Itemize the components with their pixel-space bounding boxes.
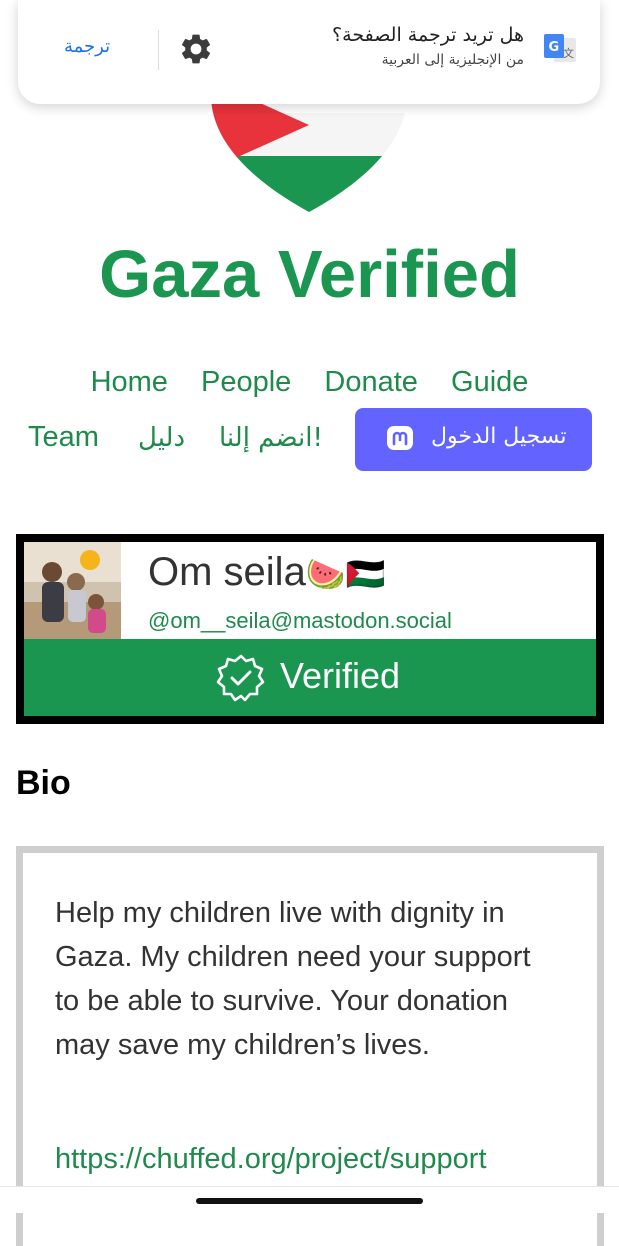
verified-label: Verified	[280, 655, 401, 696]
translate-question: هل تريد ترجمة الصفحة؟	[332, 24, 524, 46]
gear-icon[interactable]	[178, 31, 214, 67]
bio-donation-link[interactable]: https://chuffed.org/project/support	[55, 1143, 487, 1176]
google-translate-icon: G 文	[544, 34, 576, 62]
nav-guide[interactable]: Guide	[451, 366, 528, 399]
profile-card: Om seila🍉🇵🇸 @om__seila@mastodon.social V…	[16, 534, 604, 724]
nav-join-arabic[interactable]: انضم إلنا!	[219, 423, 323, 453]
profile-handle[interactable]: @om__seila@mastodon.social	[148, 608, 452, 634]
translate-button[interactable]: ترجمة	[64, 36, 110, 57]
translate-bar: ترجمة هل تريد ترجمة الصفحة؟ من الإنجليزي…	[18, 0, 600, 104]
svg-text:文: 文	[563, 46, 574, 60]
profile-name: Om seila🍉🇵🇸	[148, 550, 386, 595]
bio-heading: Bio	[16, 764, 71, 802]
verified-banner: Verified	[24, 639, 596, 716]
login-label: تسجيل الدخول	[431, 424, 567, 449]
mastodon-login-button[interactable]: تسجيل الدخول	[355, 408, 592, 471]
nav-guide-arabic[interactable]: دليل	[138, 423, 185, 453]
system-navigation-bar	[0, 1186, 619, 1213]
divider	[158, 30, 159, 70]
svg-text:G: G	[549, 40, 560, 55]
translate-languages: من الإنجليزية إلى العربية	[381, 52, 524, 68]
translate-prompt: هل تريد ترجمة الصفحة؟ من الإنجليزية إلى …	[332, 24, 524, 68]
avatar	[24, 542, 121, 639]
profile-name-text: Om seila	[148, 550, 306, 594]
profile-name-emoji: 🍉🇵🇸	[305, 556, 386, 592]
mastodon-icon	[387, 426, 413, 450]
bio-text: Help my children live with dignity in Ga…	[55, 897, 531, 1061]
verified-badge-icon	[216, 654, 265, 702]
home-indicator[interactable]	[196, 1198, 423, 1204]
site-title: Gaza Verified	[99, 237, 520, 312]
main-nav: Home People Donate Guide	[0, 366, 619, 399]
nav-team[interactable]: Team	[28, 421, 99, 454]
nav-donate[interactable]: Donate	[324, 366, 418, 399]
nav-people[interactable]: People	[201, 366, 291, 399]
nav-home[interactable]: Home	[91, 366, 168, 399]
